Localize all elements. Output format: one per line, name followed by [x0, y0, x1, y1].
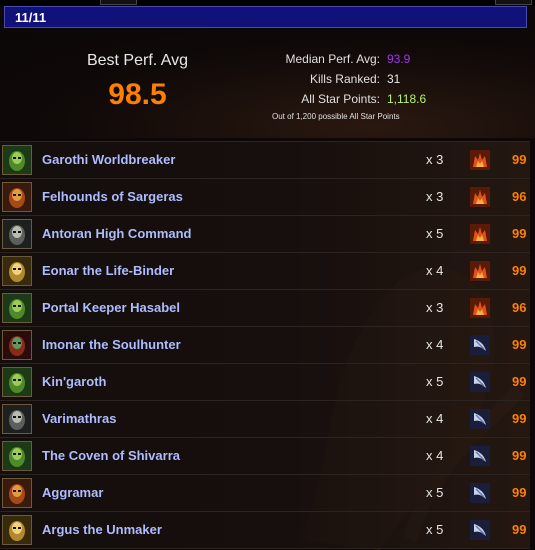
- gold-portrait: [2, 256, 32, 286]
- table-row[interactable]: Felhounds of Sargeras x 3 96: [0, 178, 530, 215]
- performance-score: 99: [512, 522, 527, 537]
- performance-score: 99: [512, 374, 527, 389]
- summary-panel: Best Perf. Avg 98.5 Median Perf. Avg: 93…: [0, 30, 535, 138]
- fire-spec-icon: [470, 261, 490, 281]
- red-portrait: [2, 330, 32, 360]
- kill-count: x 5: [426, 374, 444, 389]
- progress-label: 11/11: [15, 10, 47, 25]
- table-row[interactable]: Antoran High Command x 5 99: [0, 215, 530, 252]
- kills-label: Kills Ranked:: [309, 72, 380, 86]
- boss-ranking-table: Garothi Worldbreaker x 3 99 Felhounds of…: [0, 141, 530, 549]
- table-row[interactable]: Kin'garoth x 5 99: [0, 363, 530, 400]
- fire-spec-icon: [470, 224, 490, 244]
- boss-name-link[interactable]: Felhounds of Sargeras: [42, 189, 183, 204]
- section-header: 11/11: [4, 6, 527, 28]
- gray-portrait: [2, 219, 32, 249]
- table-row[interactable]: Portal Keeper Hasabel x 3 96: [0, 289, 530, 326]
- kill-count: x 5: [426, 226, 444, 241]
- boss-name-link[interactable]: Argus the Unmaker: [42, 522, 162, 537]
- frost-spec-icon: [470, 372, 490, 392]
- performance-score: 96: [512, 189, 527, 204]
- table-row[interactable]: Garothi Worldbreaker x 3 99: [0, 141, 530, 178]
- gold-portrait: [2, 515, 32, 545]
- boss-name-link[interactable]: Antoran High Command: [42, 226, 192, 241]
- kill-count: x 3: [426, 152, 444, 167]
- boss-name-link[interactable]: Kin'garoth: [42, 374, 106, 389]
- gray-portrait: [2, 404, 32, 434]
- kill-count: x 4: [426, 448, 444, 463]
- kill-count: x 3: [426, 300, 444, 315]
- frost-spec-icon: [470, 483, 490, 503]
- kill-count: x 5: [426, 485, 444, 500]
- green-portrait: [2, 145, 32, 175]
- performance-score: 99: [512, 152, 527, 167]
- kill-count: x 4: [426, 263, 444, 278]
- frost-spec-icon: [470, 409, 490, 429]
- performance-score: 99: [512, 226, 527, 241]
- median-label: Median Perf. Avg:: [285, 52, 381, 66]
- performance-score: 99: [512, 337, 527, 352]
- green-portrait: [2, 367, 32, 397]
- kill-count: x 5: [426, 522, 444, 537]
- tab-fragment[interactable]: [100, 0, 137, 5]
- performance-score: 99: [512, 411, 527, 426]
- orange-portrait: [2, 478, 32, 508]
- performance-score: 96: [512, 300, 527, 315]
- kills-value: 31: [387, 72, 401, 86]
- table-row[interactable]: Aggramar x 5 99: [0, 474, 530, 511]
- table-row[interactable]: Varimathras x 4 99: [0, 400, 530, 437]
- boss-name-link[interactable]: Portal Keeper Hasabel: [42, 300, 180, 315]
- fire-spec-icon: [470, 150, 490, 170]
- table-row[interactable]: Eonar the Life-Binder x 4 99: [0, 252, 530, 289]
- kill-count: x 4: [426, 337, 444, 352]
- green-portrait: [2, 293, 32, 323]
- performance-score: 99: [512, 485, 527, 500]
- boss-name-link[interactable]: Imonar the Soulhunter: [42, 337, 181, 352]
- orange-portrait: [2, 182, 32, 212]
- frost-spec-icon: [470, 446, 490, 466]
- boss-name-link[interactable]: Aggramar: [42, 485, 103, 500]
- star-label: All Star Points:: [301, 92, 380, 106]
- kill-count: x 4: [426, 411, 444, 426]
- kill-count: x 3: [426, 189, 444, 204]
- star-note: Out of 1,200 possible All Star Points: [272, 112, 400, 121]
- fire-spec-icon: [470, 187, 490, 207]
- table-row[interactable]: Argus the Unmaker x 5 99: [0, 511, 530, 549]
- frost-spec-icon: [470, 335, 490, 355]
- table-row[interactable]: The Coven of Shivarra x 4 99: [0, 437, 530, 474]
- star-value: 1,118.6: [387, 92, 427, 106]
- boss-name-link[interactable]: Eonar the Life-Binder: [42, 263, 174, 278]
- green-portrait: [2, 441, 32, 471]
- performance-score: 99: [512, 263, 527, 278]
- boss-name-link[interactable]: The Coven of Shivarra: [42, 448, 180, 463]
- fire-spec-icon: [470, 298, 490, 318]
- frost-spec-icon: [470, 520, 490, 540]
- tab-fragment[interactable]: [495, 0, 532, 5]
- median-value: 93.9: [387, 52, 411, 66]
- boss-name-link[interactable]: Garothi Worldbreaker: [42, 152, 175, 167]
- performance-score: 99: [512, 448, 527, 463]
- boss-name-link[interactable]: Varimathras: [42, 411, 116, 426]
- table-row[interactable]: Imonar the Soulhunter x 4 99: [0, 326, 530, 363]
